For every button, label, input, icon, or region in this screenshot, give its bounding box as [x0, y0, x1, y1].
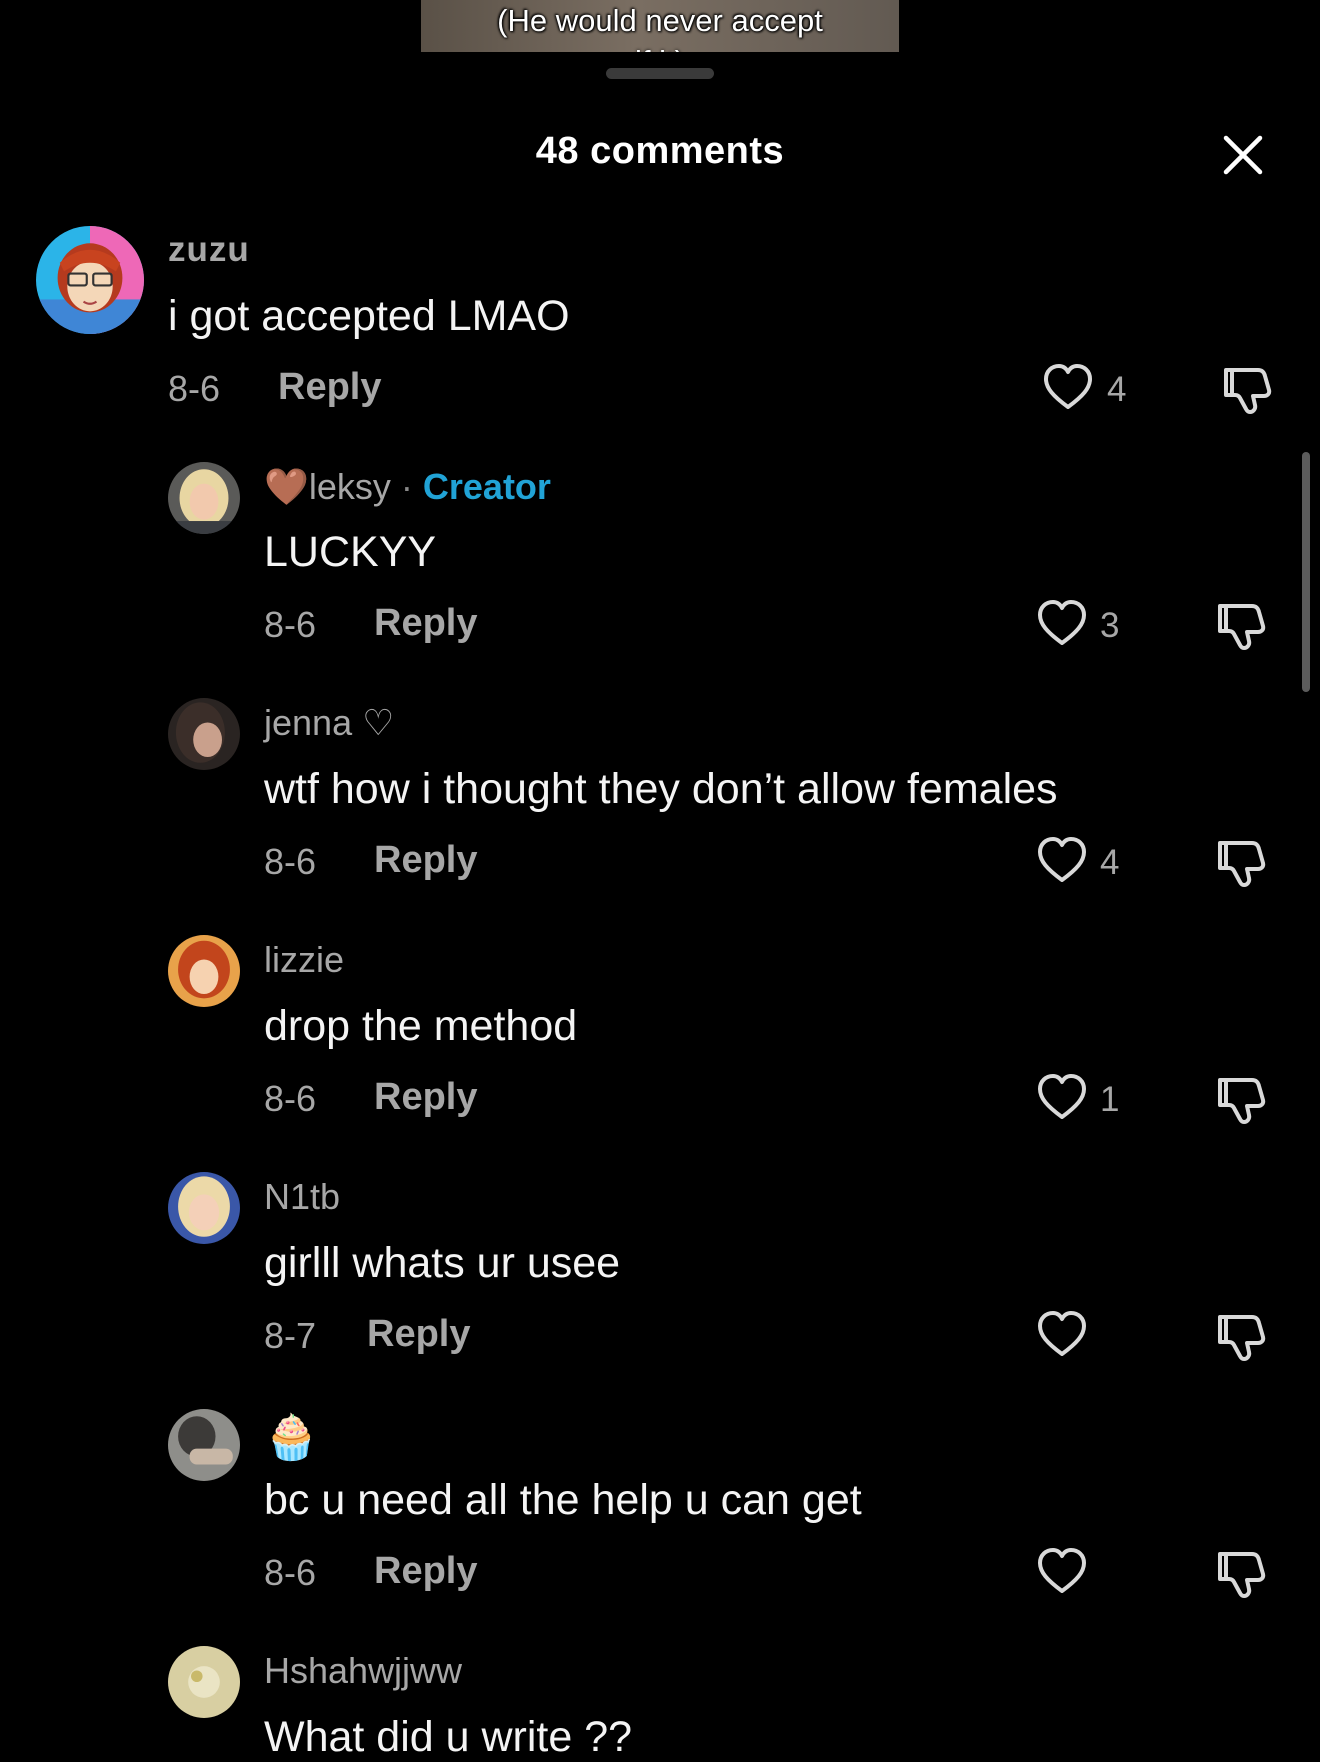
- video-preview[interactable]: (He would never accept if it): [421, 0, 899, 52]
- comment-username[interactable]: zuzu: [168, 230, 250, 270]
- comment-username[interactable]: lizzie: [264, 939, 344, 981]
- comment-username[interactable]: N1tb: [264, 1176, 340, 1218]
- close-icon[interactable]: [1218, 130, 1268, 180]
- reply-button[interactable]: Reply: [278, 366, 381, 409]
- reply-button[interactable]: Reply: [374, 1076, 477, 1119]
- avatar[interactable]: [168, 1409, 240, 1481]
- comment-date: 8-6: [168, 368, 221, 409]
- heart-outline-icon[interactable]: [1041, 362, 1095, 412]
- like-count: 1: [1100, 1080, 1120, 1119]
- comment-text: i got accepted LMAO: [168, 292, 570, 340]
- like-count: 3: [1100, 606, 1120, 645]
- thumbs-down-icon[interactable]: [1214, 1309, 1268, 1363]
- thumbs-down-icon[interactable]: [1214, 598, 1268, 652]
- thumbs-down-icon[interactable]: [1220, 362, 1274, 416]
- reply-button[interactable]: Reply: [374, 1550, 477, 1593]
- heart-outline-icon[interactable]: [1035, 1546, 1089, 1596]
- heart-outline-icon[interactable]: [1035, 835, 1089, 885]
- avatar[interactable]: [168, 1646, 240, 1718]
- comments-count-title: 48 comments: [535, 130, 785, 172]
- heart-emoji-icon: 🤎: [264, 466, 309, 507]
- heart-outline-icon[interactable]: [1035, 1309, 1089, 1359]
- avatar[interactable]: [168, 1172, 240, 1244]
- avatar[interactable]: [168, 462, 240, 534]
- comment-username[interactable]: Hshahwjjww: [264, 1650, 462, 1692]
- comment-text: LUCKYY: [264, 528, 437, 576]
- heart-outline-icon[interactable]: [1035, 1072, 1089, 1122]
- comment-text: drop the method: [264, 1002, 578, 1050]
- avatar[interactable]: [36, 226, 144, 334]
- reply-button[interactable]: Reply: [374, 839, 477, 882]
- comment-text: bc u need all the help u can get: [264, 1476, 862, 1524]
- comment-text: wtf how i thought they don’t allow femal…: [264, 765, 1058, 813]
- comment-username[interactable]: 🤎leksy · Creator: [264, 466, 551, 508]
- thumbs-down-icon[interactable]: [1214, 1546, 1268, 1600]
- reply-button[interactable]: Reply: [374, 602, 477, 645]
- comment-date: 8-6: [264, 1552, 317, 1593]
- video-caption-continued: if it): [421, 44, 899, 52]
- comment-date: 8-7: [264, 1315, 317, 1356]
- cupcake-emoji-username[interactable]: 🧁: [264, 1411, 319, 1463]
- heart-outline-icon[interactable]: [1035, 598, 1089, 648]
- creator-badge: Creator: [422, 466, 551, 507]
- like-count: 4: [1107, 370, 1127, 409]
- video-caption: (He would never accept: [497, 3, 823, 38]
- comment-date: 8-6: [264, 604, 317, 645]
- comment-username[interactable]: jenna ♡: [264, 702, 394, 744]
- like-count: 4: [1100, 843, 1120, 882]
- comment-date: 8-6: [264, 1078, 317, 1119]
- comment-text: What did u write ??: [264, 1713, 633, 1761]
- reply-button[interactable]: Reply: [367, 1313, 470, 1356]
- thumbs-down-icon[interactable]: [1214, 835, 1268, 889]
- avatar[interactable]: [168, 698, 240, 770]
- avatar[interactable]: [168, 935, 240, 1007]
- sheet-grab-handle[interactable]: [606, 68, 714, 79]
- comment-text: girlll whats ur usee: [264, 1239, 621, 1287]
- thumbs-down-icon[interactable]: [1214, 1072, 1268, 1126]
- scrollbar[interactable]: [1302, 452, 1310, 692]
- comment-date: 8-6: [264, 841, 317, 882]
